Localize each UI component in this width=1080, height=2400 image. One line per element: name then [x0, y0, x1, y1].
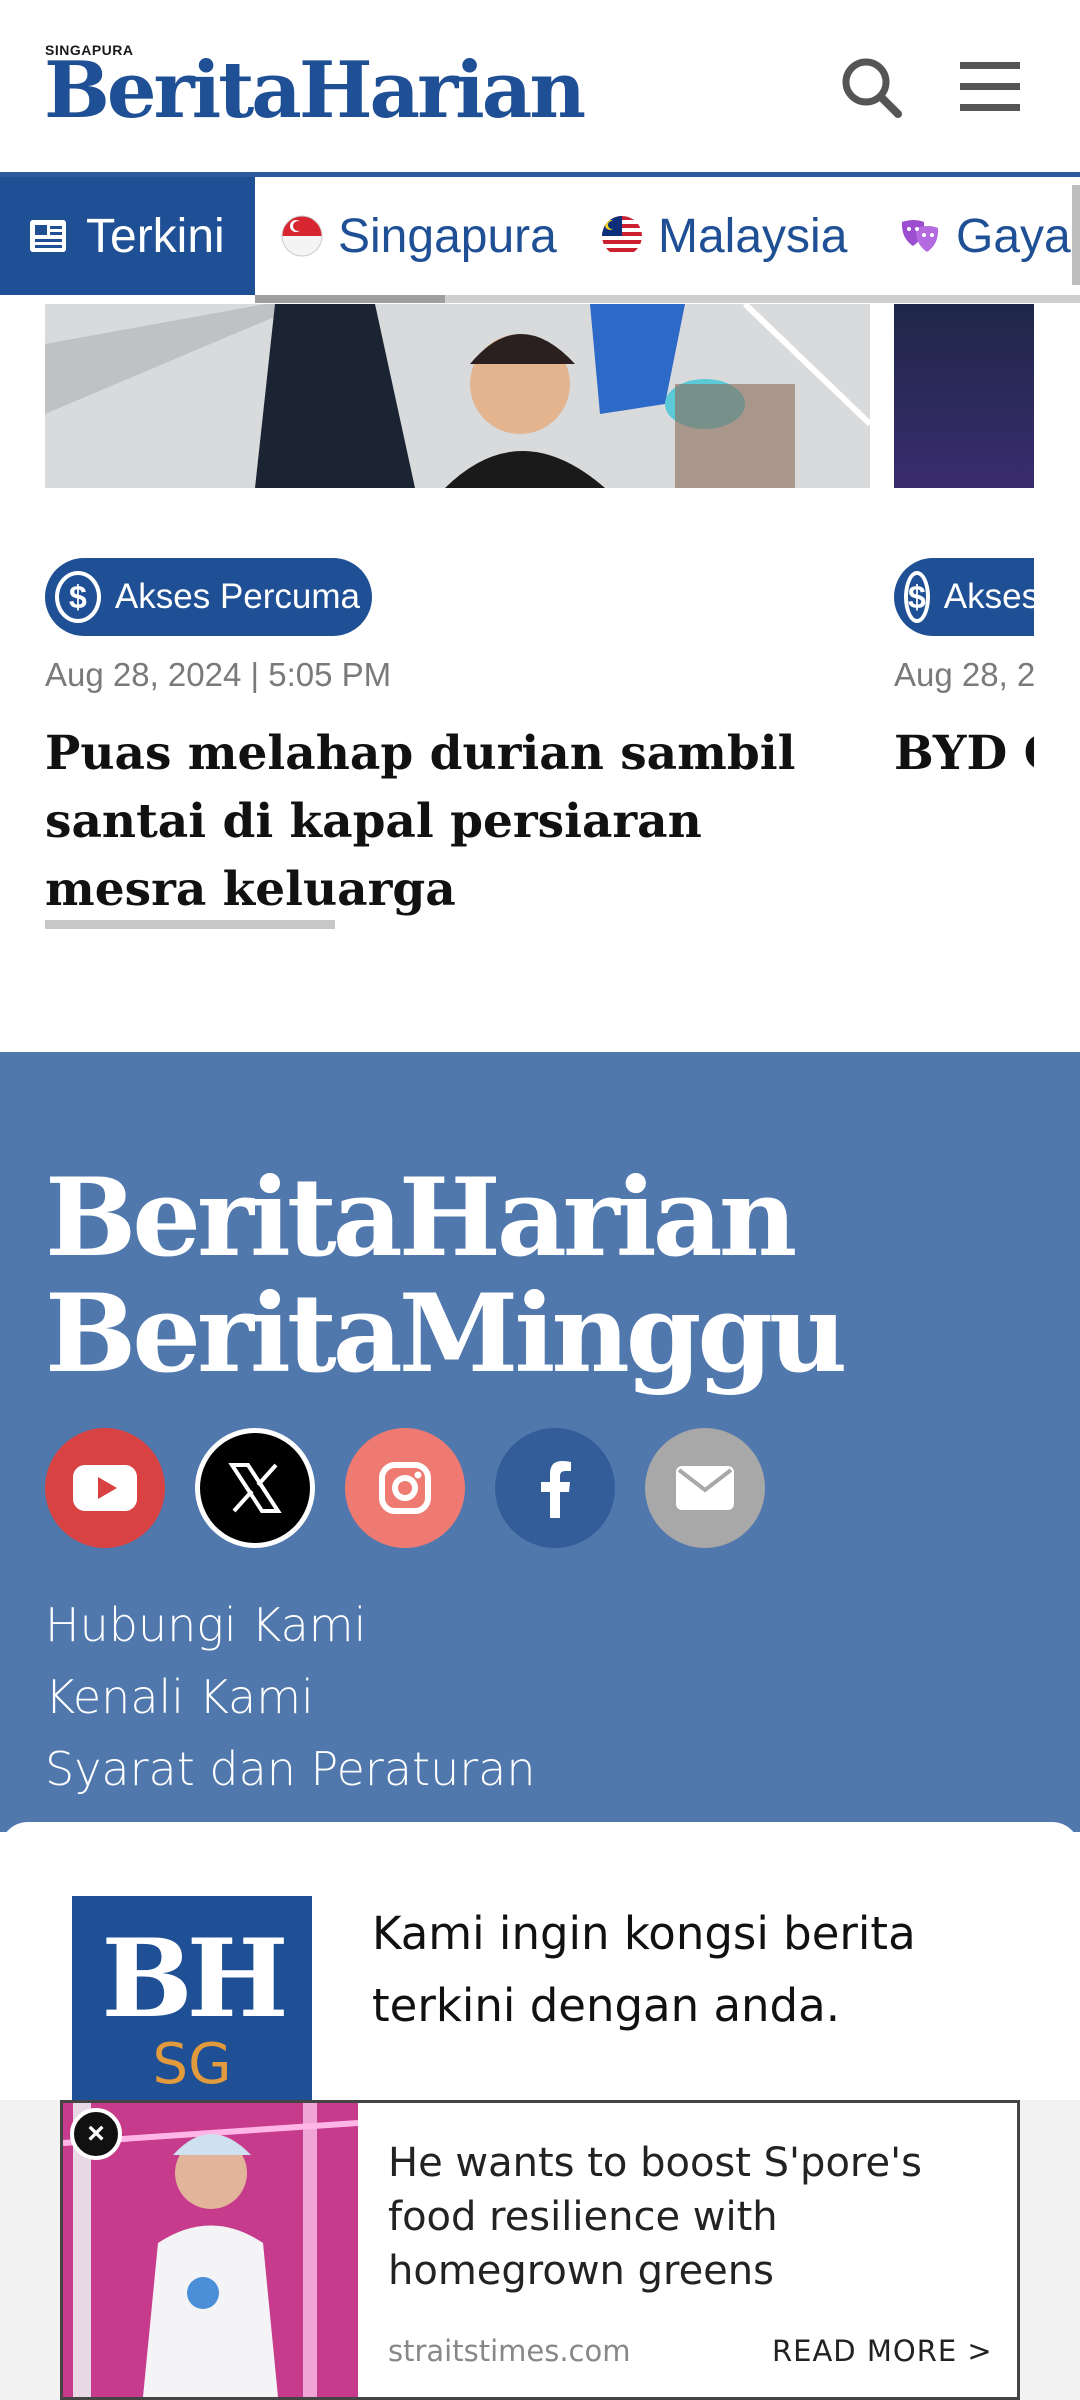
article-date: Aug 28, 2024: [894, 656, 1034, 693]
footer-logo[interactable]: BeritaHarian BeritaMinggu: [45, 1155, 847, 1397]
footer-link-syarat[interactable]: Syarat dan Peraturan: [45, 1742, 535, 1796]
bh-sg-logo: BH SG: [72, 1896, 312, 2106]
notification-message: Kami ingin kongsi berita terkini dengan …: [372, 1907, 916, 2032]
free-access-badge: $ Akses Percuma: [45, 558, 372, 636]
facebook-button[interactable]: [495, 1428, 615, 1548]
article-image[interactable]: [894, 304, 1034, 488]
email-icon: [676, 1466, 734, 1510]
site-logo[interactable]: BeritaHarian: [44, 52, 586, 130]
hamburger-menu-icon[interactable]: [958, 58, 1022, 114]
youtube-button[interactable]: [45, 1428, 165, 1548]
close-icon[interactable]: ×: [70, 2108, 122, 2160]
x-icon: [228, 1463, 282, 1513]
malaysia-flag-icon: [602, 216, 642, 256]
ad-backdrop: [0, 2100, 60, 2400]
carousel-scroll-indicator: [45, 920, 335, 929]
email-button[interactable]: [645, 1428, 765, 1548]
article-card-partial[interactable]: $ Akses Percuma Aug 28, 2024 BYD C auton…: [894, 540, 1034, 940]
badge-label: Akses Percuma: [943, 577, 1034, 616]
singapore-flag-icon: [281, 215, 323, 257]
tab-label: Malaysia: [658, 209, 848, 263]
site-header: SINGAPURA BeritaHarian: [0, 0, 1080, 172]
article-title[interactable]: Puas melahap durian sambil santai di kap…: [45, 720, 875, 924]
footer-logo-line: BeritaHarian: [45, 1155, 797, 1281]
theater-masks-icon: [901, 220, 939, 252]
free-access-badge: $ Akses Percuma: [894, 558, 1034, 636]
footer-link-hubungi[interactable]: Hubungi Kami: [45, 1598, 366, 1652]
tab-label: Terkini: [86, 209, 225, 263]
article-image[interactable]: [45, 304, 870, 488]
nav-edge-divider: [1072, 185, 1080, 285]
footer-link-kenali[interactable]: Kenali Kami: [45, 1670, 314, 1724]
tab-singapura[interactable]: Singapura: [280, 177, 557, 295]
x-button[interactable]: [195, 1428, 315, 1548]
dollar-icon: $: [55, 571, 101, 623]
search-icon[interactable]: [838, 54, 904, 120]
article-photo: [45, 304, 870, 488]
footer-logo-line: BeritaMinggu: [45, 1271, 847, 1397]
instagram-icon: [379, 1462, 431, 1514]
tab-terkini[interactable]: Terkini: [0, 177, 255, 295]
badge-label: Akses Percuma: [114, 577, 360, 616]
ad-source: straitstimes.com: [388, 2334, 631, 2368]
sg-logo-text: SG: [152, 2032, 232, 2097]
nav-scrollbar-thumb[interactable]: [255, 295, 445, 303]
ad-backdrop: [1020, 2100, 1080, 2400]
article-date: Aug 28, 2024 | 5:05 PM: [45, 656, 392, 693]
tab-label: Gaya: [956, 209, 1071, 263]
ad-read-more-link[interactable]: READ MORE >: [772, 2334, 993, 2368]
dollar-icon: $: [904, 571, 930, 623]
youtube-icon: [73, 1465, 137, 1511]
article-title[interactable]: BYD C autono EV las: [894, 720, 1034, 788]
ad-headline[interactable]: He wants to boost S'pore's food resilien…: [388, 2136, 1008, 2298]
tab-gaya[interactable]: Gaya: [898, 177, 1071, 295]
tab-malaysia[interactable]: Malaysia: [600, 177, 847, 295]
section-nav: Terkini Singapura Malaysia Gaya: [0, 172, 1080, 304]
newspaper-icon: [30, 220, 66, 252]
facebook-icon: [541, 1461, 571, 1518]
tab-label: Singapura: [338, 209, 557, 263]
instagram-button[interactable]: [345, 1428, 465, 1548]
bh-logo-text: BH: [101, 1916, 288, 2042]
